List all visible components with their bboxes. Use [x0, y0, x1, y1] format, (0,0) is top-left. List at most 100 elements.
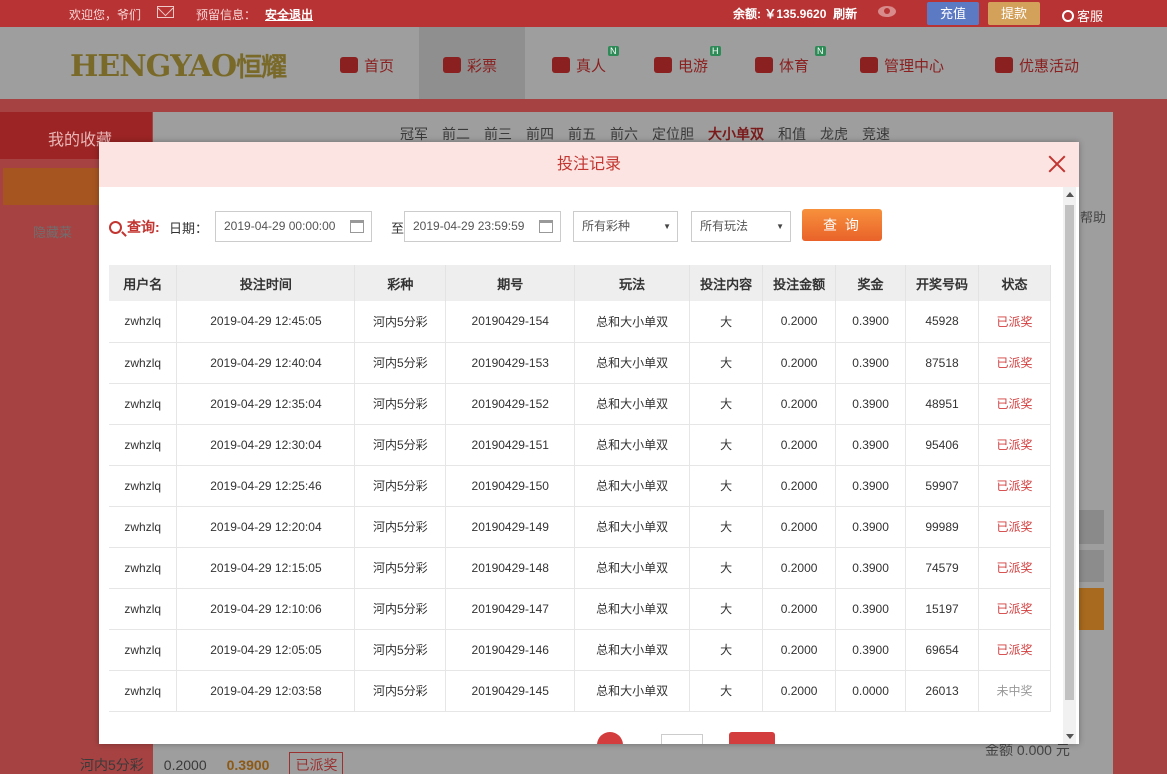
table-row[interactable]: zwhzlq 2019-04-29 12:30:04 河内5分彩 20190429-1… [109, 424, 1051, 466]
cell-username: zwhzlq [109, 547, 178, 589]
main-nav: HENGYAO恒耀 首页 彩票 真人 N 电游 H 体育 N 管理中心 优惠活动 [0, 27, 1167, 99]
trophy-icon [755, 57, 773, 73]
lottery-type-select[interactable]: 所有彩种 [573, 211, 678, 242]
nav-games[interactable]: 电游 H [654, 46, 721, 76]
query-label: 查询: [109, 217, 160, 237]
recharge-button[interactable]: 充值 [927, 2, 979, 25]
cell-bet-time: 2019-04-29 12:05:05 [176, 629, 356, 671]
table-row[interactable]: zwhzlq 2019-04-29 12:25:46 河内5分彩 20190429-1… [109, 465, 1051, 507]
page-jump-input[interactable] [661, 734, 703, 744]
cell-username: zwhzlq [109, 383, 178, 425]
scroll-up-arrow-icon[interactable] [1066, 192, 1074, 197]
cell-prize: 0.3900 [835, 588, 907, 630]
query-button[interactable]: 查 询 [802, 209, 882, 241]
nav-sports[interactable]: 体育 N [755, 46, 826, 76]
cell-bet-time: 2019-04-29 12:20:04 [176, 506, 356, 548]
table-row[interactable]: zwhzlq 2019-04-29 12:40:04 河内5分彩 20190429-1… [109, 342, 1051, 384]
cell-prize: 0.3900 [835, 301, 907, 343]
cell-draw-number: 45928 [905, 301, 979, 343]
nav-home[interactable]: 首页 [340, 55, 394, 76]
cell-username: zwhzlq [109, 670, 178, 712]
welcome-text: 欢迎您，爷们 [69, 8, 142, 22]
table-row[interactable]: zwhzlq 2019-04-29 12:35:04 河内5分彩 20190429-1… [109, 383, 1051, 425]
table-row[interactable]: zwhzlq 2019-04-29 12:15:05 河内5分彩 20190429-1… [109, 547, 1051, 589]
calendar-icon[interactable] [539, 220, 553, 233]
play-type-select[interactable]: 所有玩法 [691, 211, 791, 242]
nav-promotions[interactable]: 优惠活动 [995, 55, 1079, 76]
table-row[interactable]: zwhzlq 2019-04-29 12:20:04 河内5分彩 20190429-1… [109, 506, 1051, 548]
cell-status: 已派奖 [978, 506, 1051, 548]
col-username: 用户名 [109, 265, 178, 301]
cell-bet-content: 大 [689, 383, 764, 425]
scroll-thumb[interactable] [1065, 205, 1074, 700]
cell-draw-number: 95406 [905, 424, 979, 466]
cell-bet-content: 大 [689, 588, 764, 630]
date-to-input[interactable]: 2019-04-29 23:59:59 [404, 211, 561, 242]
hot-badge: H [710, 46, 721, 56]
cell-prize: 0.3900 [835, 383, 907, 425]
cell-play: 总和大小单双 [574, 670, 691, 712]
cell-bet-content: 大 [689, 465, 764, 507]
table-row[interactable]: zwhzlq 2019-04-29 12:10:06 河内5分彩 20190429-1… [109, 588, 1051, 630]
help-text: 帮助 [1080, 210, 1107, 225]
cell-prize: 0.3900 [835, 342, 907, 384]
current-page-button[interactable] [597, 732, 623, 744]
hide-menu-text: 隐藏菜 [33, 225, 73, 240]
eye-icon[interactable] [878, 6, 896, 17]
date-from-input[interactable]: 2019-04-29 00:00:00 [215, 211, 372, 242]
mail-icon[interactable] [157, 6, 174, 18]
nav-management[interactable]: 管理中心 [860, 55, 944, 76]
filter-bar: 查询: 日期： 2019-04-29 00:00:00 至 2019-04-29… [109, 209, 1059, 243]
refresh-link[interactable]: 刷新 [833, 7, 857, 21]
cell-bet-amount: 0.2000 [762, 670, 837, 712]
cell-status: 已派奖 [978, 465, 1051, 507]
close-icon[interactable] [1047, 154, 1067, 174]
page-go-button[interactable] [729, 732, 775, 744]
calendar-icon[interactable] [350, 220, 364, 233]
cell-lottery: 河内5分彩 [354, 424, 447, 466]
cell-play: 总和大小单双 [574, 547, 691, 589]
col-prize: 奖金 [835, 265, 907, 301]
cell-bet-time: 2019-04-29 12:30:04 [176, 424, 356, 466]
modal-scrollbar[interactable] [1063, 187, 1076, 744]
logo[interactable]: HENGYAO恒耀 [70, 47, 287, 84]
cell-prize: 0.3900 [835, 424, 907, 466]
table-row[interactable]: zwhzlq 2019-04-29 12:45:05 河内5分彩 20190429-1… [109, 301, 1051, 343]
cell-bet-content: 大 [689, 670, 764, 712]
service-link[interactable]: 客服 [1062, 6, 1103, 25]
cell-username: zwhzlq [109, 506, 178, 548]
side-button [1077, 588, 1104, 630]
cell-issue: 20190429-148 [445, 547, 576, 589]
cell-play: 总和大小单双 [574, 629, 691, 671]
withdraw-button[interactable]: 提款 [988, 2, 1040, 25]
col-lottery: 彩种 [354, 265, 447, 301]
nav-live[interactable]: 真人 N [552, 46, 619, 76]
bet-record-modal: 投注记录 查询: 日期： 2019-04-29 00:00:00 至 2019-… [99, 142, 1079, 744]
col-issue: 期号 [445, 265, 576, 301]
cell-bet-amount: 0.2000 [762, 506, 837, 548]
cell-draw-number: 15197 [905, 588, 979, 630]
cell-status: 已派奖 [978, 383, 1051, 425]
cell-username: zwhzlq [109, 588, 178, 630]
cell-bet-amount: 0.2000 [762, 588, 837, 630]
gift-icon [995, 57, 1013, 73]
col-status: 状态 [978, 265, 1051, 301]
bet-record-table: 用户名 投注时间 彩种 期号 玩法 投注内容 投注金额 奖金 开奖号码 状态 z… [109, 265, 1051, 712]
cell-prize: 0.3900 [835, 465, 907, 507]
cell-issue: 20190429-146 [445, 629, 576, 671]
table-row[interactable]: zwhzlq 2019-04-29 12:05:05 河内5分彩 20190429-1… [109, 629, 1051, 671]
cell-lottery: 河内5分彩 [354, 547, 447, 589]
cell-bet-content: 大 [689, 629, 764, 671]
scroll-down-arrow-icon[interactable] [1066, 734, 1074, 739]
nav-lottery[interactable]: 彩票 [443, 55, 497, 76]
cell-username: zwhzlq [109, 465, 178, 507]
cell-draw-number: 26013 [905, 670, 979, 712]
cell-prize: 0.3900 [835, 506, 907, 548]
col-play: 玩法 [574, 265, 691, 301]
table-row[interactable]: zwhzlq 2019-04-29 12:03:58 河内5分彩 20190429-1… [109, 670, 1051, 712]
modal-title: 投注记录 [99, 142, 1079, 187]
cell-bet-time: 2019-04-29 12:15:05 [176, 547, 356, 589]
logout-link[interactable]: 安全退出 [265, 6, 313, 23]
cell-play: 总和大小单双 [574, 465, 691, 507]
side-button [1077, 550, 1104, 582]
